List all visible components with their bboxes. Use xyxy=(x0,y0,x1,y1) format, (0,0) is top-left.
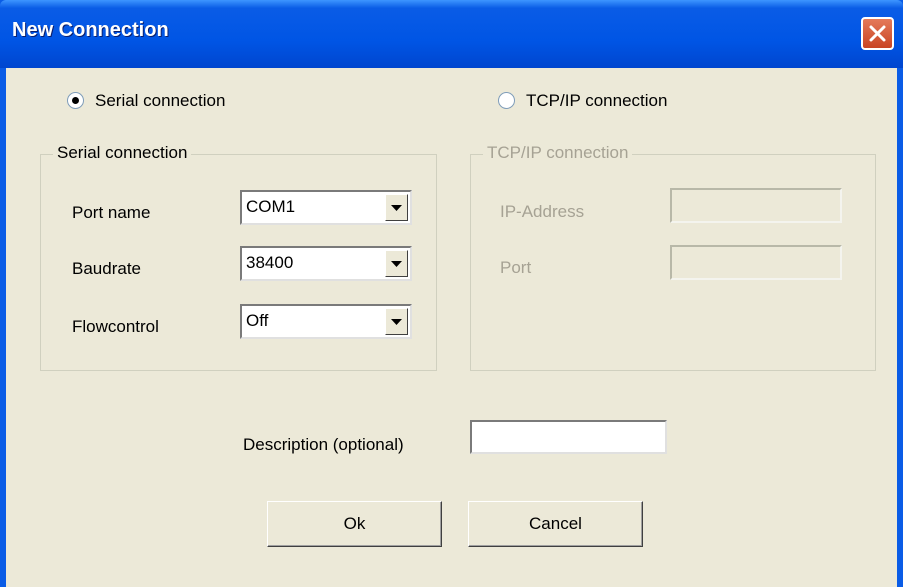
tcp-radio[interactable] xyxy=(498,92,515,109)
radio-selected-dot xyxy=(72,97,79,104)
flowcontrol-select[interactable]: Off xyxy=(240,304,412,339)
serial-radio-label[interactable]: Serial connection xyxy=(95,91,225,111)
title-bar[interactable]: New Connection xyxy=(0,0,903,68)
dialog-body: Serial connection TCP/IP connection Seri… xyxy=(6,68,897,587)
description-input[interactable] xyxy=(470,420,667,454)
close-button[interactable] xyxy=(861,17,894,50)
baudrate-select[interactable]: 38400 xyxy=(240,246,412,281)
dialog-window: New Connection Serial connection TCP/IP … xyxy=(0,0,903,587)
ok-button[interactable]: Ok xyxy=(267,501,442,547)
flowcontrol-label: Flowcontrol xyxy=(72,317,159,336)
serial-radio[interactable] xyxy=(67,92,84,109)
baudrate-label: Baudrate xyxy=(72,259,141,278)
tcp-port-label: Port xyxy=(500,258,532,277)
close-icon xyxy=(869,25,886,42)
tcp-port-field[interactable] xyxy=(670,245,842,280)
port-name-dropdown-button[interactable] xyxy=(385,194,408,221)
flowcontrol-dropdown-button[interactable] xyxy=(385,308,408,335)
chevron-down-icon xyxy=(391,319,402,325)
tcp-radio-label[interactable]: TCP/IP connection xyxy=(526,91,667,111)
baudrate-value: 38400 xyxy=(246,253,294,272)
flowcontrol-value: Off xyxy=(246,311,269,330)
chevron-down-icon xyxy=(391,261,402,267)
cancel-button[interactable]: Cancel xyxy=(468,501,643,547)
port-name-select[interactable]: COM1 xyxy=(240,190,412,225)
ip-address-label: IP-Address xyxy=(500,202,585,221)
ip-address-field[interactable] xyxy=(670,188,842,223)
port-name-value: COM1 xyxy=(246,197,296,216)
chevron-down-icon xyxy=(391,205,402,211)
port-name-label: Port name xyxy=(72,203,151,222)
baudrate-dropdown-button[interactable] xyxy=(385,250,408,277)
tcp-group-legend: TCP/IP connection xyxy=(483,143,633,163)
window-title: New Connection xyxy=(12,19,169,41)
serial-group-legend: Serial connection xyxy=(53,143,192,163)
description-label: Description (optional) xyxy=(243,435,404,454)
